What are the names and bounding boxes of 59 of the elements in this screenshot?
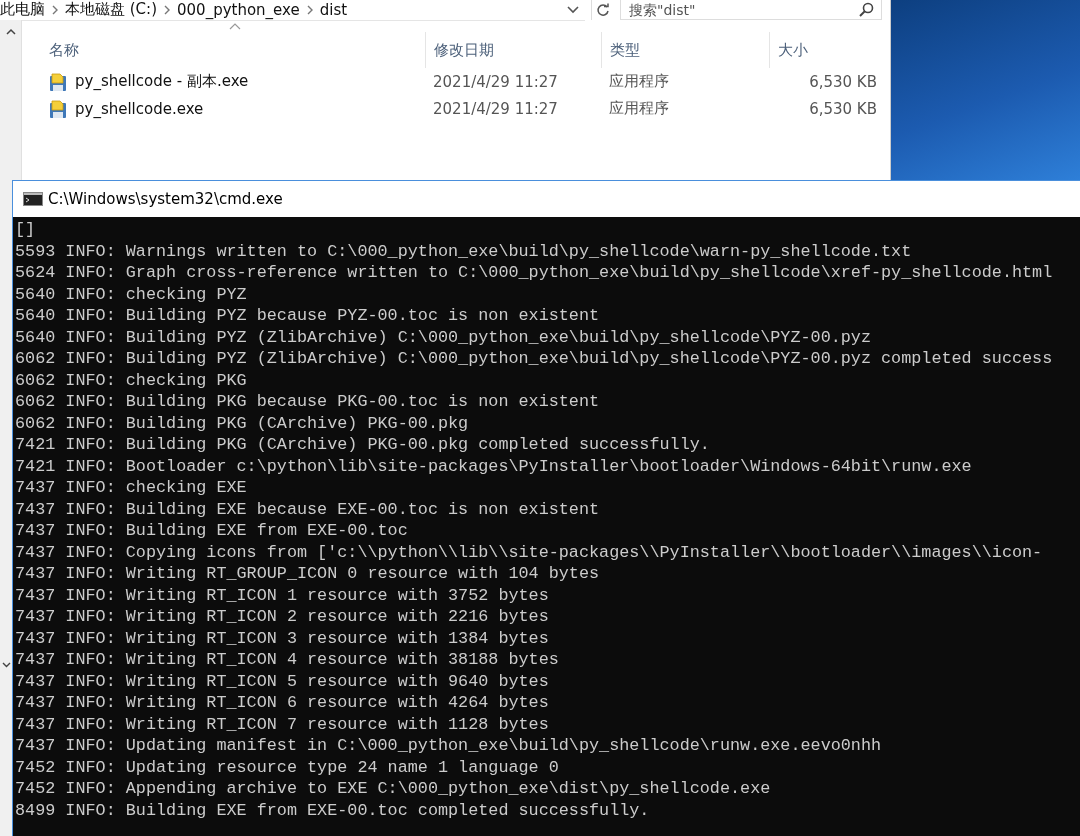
console-line: 8499 INFO: Building EXE from EXE-00.toc completed successfully. xyxy=(15,799,651,821)
breadcrumb-item[interactable]: 此电脑 xyxy=(0,0,45,19)
console-line: 7452 INFO: Updating resource type 24 name 1 language 0 xyxy=(15,756,560,778)
file-name[interactable]: py_shellcode - 副本.exe xyxy=(75,72,249,91)
refresh-icon xyxy=(596,3,610,17)
console-line: 5640 INFO: Building PYZ because PYZ-00.toc is non existent xyxy=(15,305,601,327)
console-icon xyxy=(23,192,43,206)
console-line: 7421 INFO: Building PKG (CArchive) PKG-00.pkg completed successfully. xyxy=(15,434,711,456)
console-line: 6062 INFO: Building PYZ (ZlibArchive) C:\000_python_exe\build\py_shellcode\PYZ-00.pyz completed success xyxy=(15,348,1054,370)
console-line: 6062 INFO: checking PKG xyxy=(15,369,248,391)
file-name[interactable]: py_shellcode.exe xyxy=(75,99,204,118)
console-line: 5593 INFO: Warnings written to C:\000_python_exe\build\py_shellcode\warn-py_shellcode.txt xyxy=(15,240,913,262)
console-line: 7437 INFO: Writing RT_ICON 6 resource with 4264 bytes xyxy=(15,692,550,714)
console-line: 7437 INFO: checking EXE xyxy=(15,477,248,499)
console-line: 5640 INFO: Building PYZ (ZlibArchive) C:\000_python_exe\build\py_shellcode\PYZ-00.pyz xyxy=(15,326,872,348)
console-line: 7421 INFO: Bootloader c:\python\lib\site-packages\PyInstaller\bootloader\Windows-64bit\runw.exe xyxy=(15,455,973,477)
console-line: 7437 INFO: Copying icons from ['c:\\python\\lib\\site-packages\\PyInstaller\\bootloader\\images\\icon- xyxy=(15,541,1044,563)
scroll-up-icon[interactable] xyxy=(5,28,16,35)
breadcrumb-item[interactable]: dist xyxy=(319,0,348,19)
column-header[interactable]: 名称 xyxy=(49,32,425,68)
file-size: 6,530 KB xyxy=(808,72,877,91)
modified-date: 2021/4/29 11:27 xyxy=(432,72,559,91)
program-file-icon xyxy=(49,71,69,92)
chevron-right-icon xyxy=(51,4,59,15)
breadcrumb-item[interactable]: 本地磁盘 (C:) xyxy=(65,0,157,19)
column-header[interactable]: 大小 xyxy=(769,32,877,68)
search-icon xyxy=(858,2,874,18)
console-line: [] xyxy=(15,219,37,241)
console-line: 7437 INFO: Writing RT_ICON 4 resource with 38188 bytes xyxy=(15,649,560,671)
console-line: 7437 INFO: Writing RT_ICON 7 resource with 1128 bytes xyxy=(15,713,550,735)
chevron-right-icon xyxy=(305,4,314,15)
console-line: 7437 INFO: Building EXE because EXE-00.toc is non existent xyxy=(15,498,601,520)
column-header[interactable]: 修改日期 xyxy=(425,32,601,68)
console-line: 5624 INFO: Graph cross-reference written to C:\000_python_exe\build\py_shellcode\xref-py_shellcode.html xyxy=(15,262,1054,284)
file-type: 应用程序 xyxy=(608,72,670,91)
search-field[interactable]: 搜索"dist" xyxy=(620,0,882,20)
breadcrumb-item[interactable]: 000_python_exe xyxy=(177,0,300,19)
modified-date: 2021/4/29 11:27 xyxy=(432,99,559,118)
console-line: 7437 INFO: Writing RT_GROUP_ICON 0 resource with 104 bytes xyxy=(15,563,601,585)
console-line: 7452 INFO: Appending archive to EXE C:\000_python_exe\dist\py_shellcode.exe xyxy=(15,778,772,800)
console-line: 5640 INFO: checking PYZ xyxy=(15,283,248,305)
scroll-down-icon[interactable] xyxy=(1,662,11,668)
dropdown-caret-icon[interactable] xyxy=(567,5,579,14)
chevron-right-icon xyxy=(163,4,171,15)
console-line: 6062 INFO: Building PKG (CArchive) PKG-00.pkg xyxy=(15,412,470,434)
console-line: 7437 INFO: Building EXE from EXE-00.toc xyxy=(15,520,409,542)
column-header[interactable]: 类型 xyxy=(601,32,769,68)
console-line: 7437 INFO: Writing RT_ICON 5 resource with 9640 bytes xyxy=(15,670,550,692)
address-bar[interactable]: 此电脑 本地磁盘 (C:) 000_python_exe dist xyxy=(0,0,585,21)
sort-caret-icon xyxy=(229,22,241,30)
console-line: 7437 INFO: Writing RT_ICON 3 resource with 1384 bytes xyxy=(15,627,550,649)
console-line: 7437 INFO: Updating manifest in C:\000_python_exe\build\py_shellcode\runw.exe.eevo0nhh xyxy=(15,735,883,757)
window-title: C:\Windows\system32\cmd.exe xyxy=(48,190,283,208)
console-line: 6062 INFO: Building PKG because PKG-00.toc is non existent xyxy=(15,391,601,413)
console-line: 7437 INFO: Writing RT_ICON 2 resource with 2216 bytes xyxy=(15,606,550,628)
file-type: 应用程序 xyxy=(608,99,670,118)
program-file-icon xyxy=(49,98,69,119)
file-size: 6,530 KB xyxy=(808,99,877,118)
console-line: 7437 INFO: Writing RT_ICON 1 resource with 3752 bytes xyxy=(15,584,550,606)
